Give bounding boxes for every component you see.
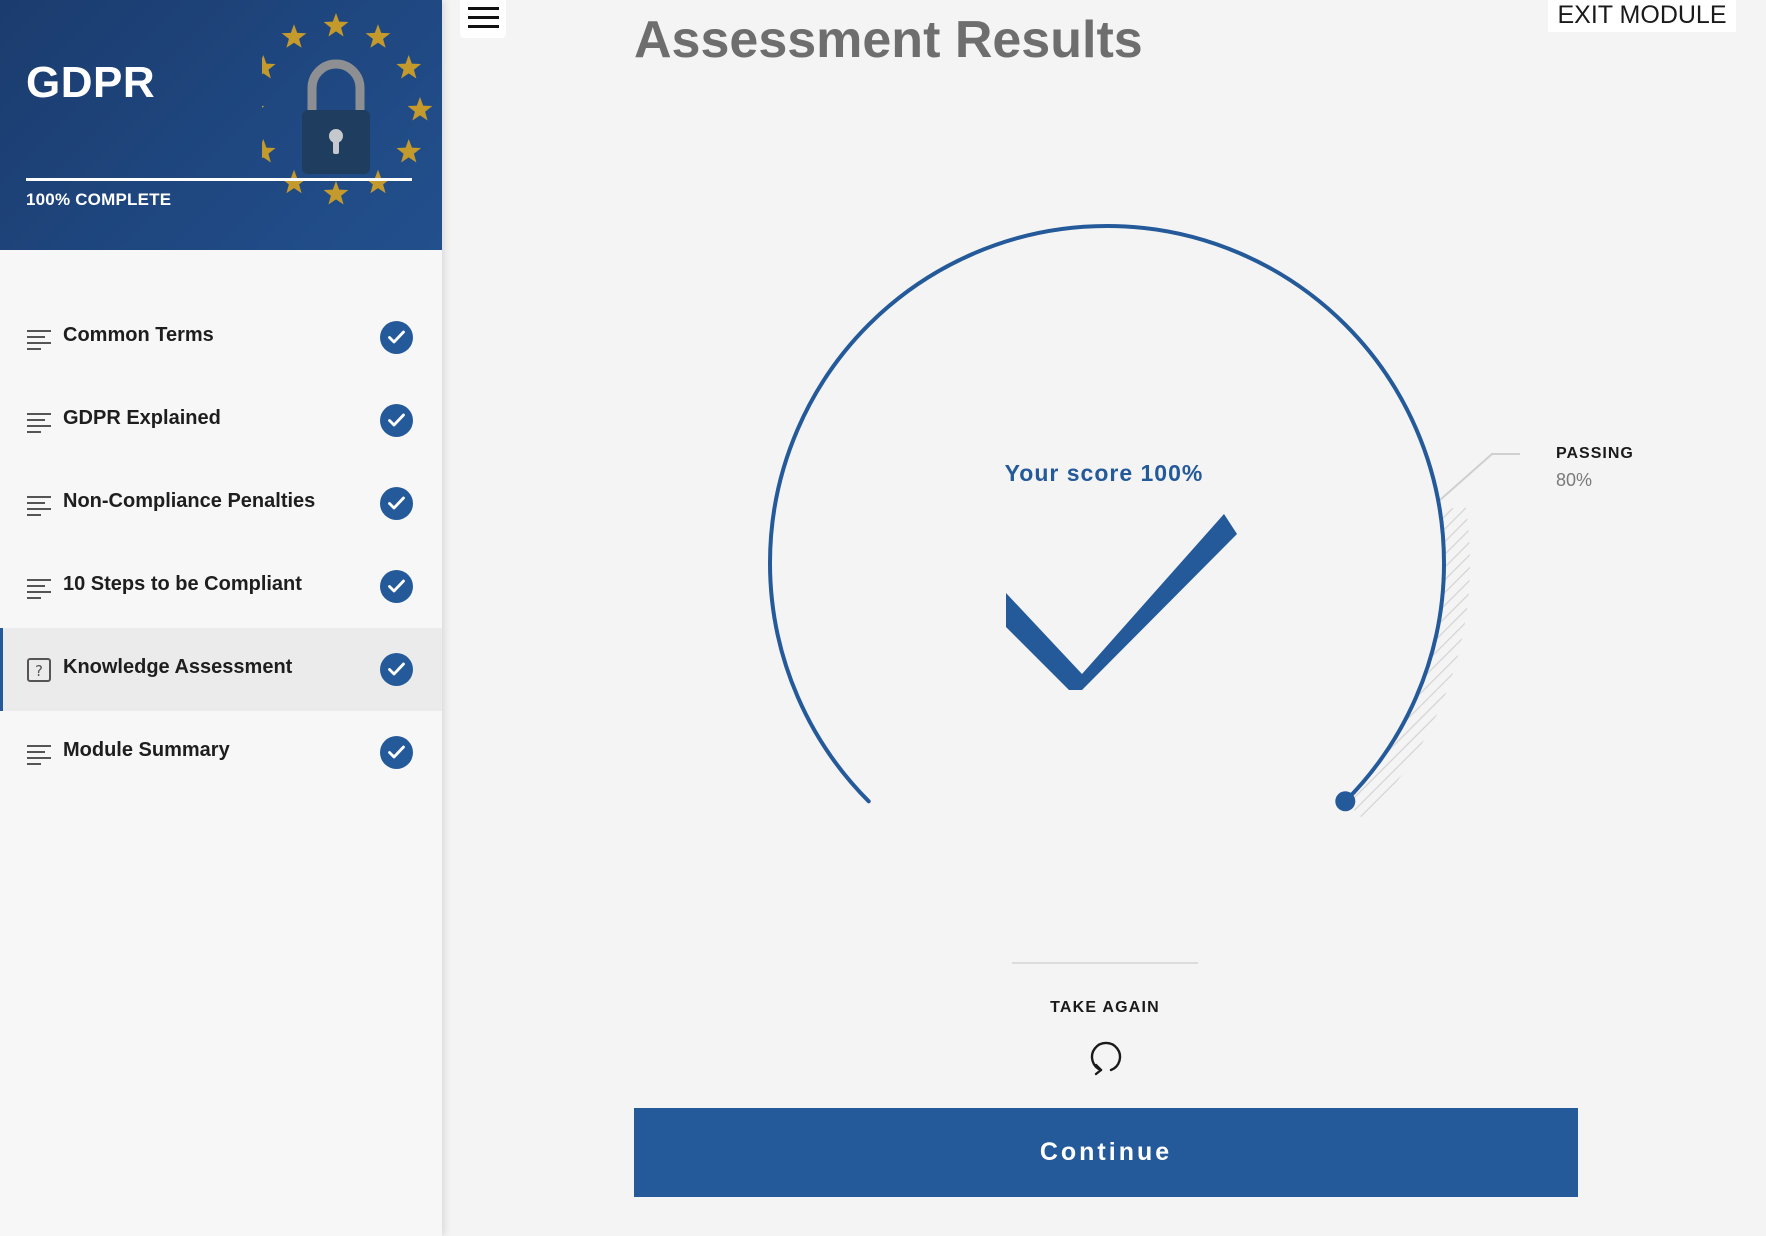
star-icon — [407, 97, 433, 121]
lines-icon — [27, 496, 51, 516]
score-gauge — [768, 224, 1520, 820]
question-box-icon: ? — [27, 658, 51, 682]
continue-button[interactable]: Continue — [634, 1108, 1578, 1197]
course-progress-bar — [26, 178, 412, 181]
hamburger-menu-button[interactable] — [460, 0, 506, 38]
star-icon — [262, 55, 276, 79]
star-icon — [396, 55, 422, 79]
course-progress-label: 100% COMPLETE — [26, 190, 172, 209]
nav-item-knowledge-assessment[interactable]: ? Knowledge Assessment — [0, 628, 442, 711]
nav-item-module-summary[interactable]: Module Summary — [0, 711, 442, 794]
course-progress-fill — [26, 178, 412, 181]
score-label: Your score 100% — [1004, 460, 1204, 486]
nav-item-label: Knowledge Assessment — [63, 656, 293, 678]
padlock-icon — [302, 59, 370, 174]
star-icon — [365, 169, 391, 194]
passing-zone-band — [1346, 506, 1470, 820]
nav-item-label: 10 Steps to be Compliant — [63, 573, 302, 595]
nav-item-label: Non-Compliance Penalties — [63, 490, 316, 512]
lesson-nav: Common Terms GDPR Explained Non-Complian… — [0, 296, 442, 794]
course-hero: GDPR 100% COMPLETE — [0, 0, 442, 250]
eu-stars-icon — [262, 13, 433, 205]
eu-stars-padlock-icon — [262, 13, 433, 205]
svg-text:?: ? — [35, 662, 43, 680]
star-icon — [323, 181, 349, 205]
score-end-marker — [1335, 791, 1356, 812]
lines-icon — [27, 579, 51, 599]
completed-check-icon — [380, 487, 413, 520]
nav-item-common-terms[interactable]: Common Terms — [0, 296, 442, 379]
nav-item-label: GDPR Explained — [63, 407, 221, 429]
star-icon — [323, 13, 349, 37]
passing-label: PASSING — [1556, 445, 1634, 462]
star-icon — [365, 24, 391, 48]
star-icon — [262, 139, 276, 163]
lines-icon — [27, 413, 51, 433]
page-title: Assessment Results — [634, 11, 1143, 69]
completed-check-icon — [380, 321, 413, 354]
completed-check-icon — [380, 404, 413, 437]
star-icon — [396, 139, 422, 163]
divider — [1012, 962, 1198, 964]
nav-item-label: Module Summary — [63, 739, 230, 761]
star-icon — [262, 105, 265, 108]
lines-icon — [27, 745, 51, 765]
star-icon — [281, 24, 307, 48]
nav-item-gdpr-explained[interactable]: GDPR Explained — [0, 379, 442, 462]
score-arc — [768, 224, 1446, 804]
checkmark-icon — [1006, 514, 1237, 690]
refresh-icon[interactable] — [1087, 1038, 1123, 1076]
course-title: GDPR — [26, 58, 156, 107]
sidebar: GDPR 100% COMPLETE Common Terms GDPR Exp… — [0, 0, 442, 1236]
lines-icon — [27, 330, 51, 350]
take-again-button[interactable]: TAKE AGAIN — [1005, 999, 1205, 1017]
nav-item-label: Common Terms — [63, 324, 214, 346]
completed-check-icon — [380, 653, 413, 686]
completed-check-icon — [380, 736, 413, 769]
passing-leader-line — [1439, 453, 1520, 501]
passing-value: 80% — [1556, 470, 1593, 490]
star-icon — [281, 169, 307, 194]
nav-item-non-compliance-penalties[interactable]: Non-Compliance Penalties — [0, 462, 442, 545]
nav-item-10-steps[interactable]: 10 Steps to be Compliant — [0, 545, 442, 628]
exit-module-button[interactable]: EXIT MODULE — [1548, 0, 1736, 32]
completed-check-icon — [380, 570, 413, 603]
